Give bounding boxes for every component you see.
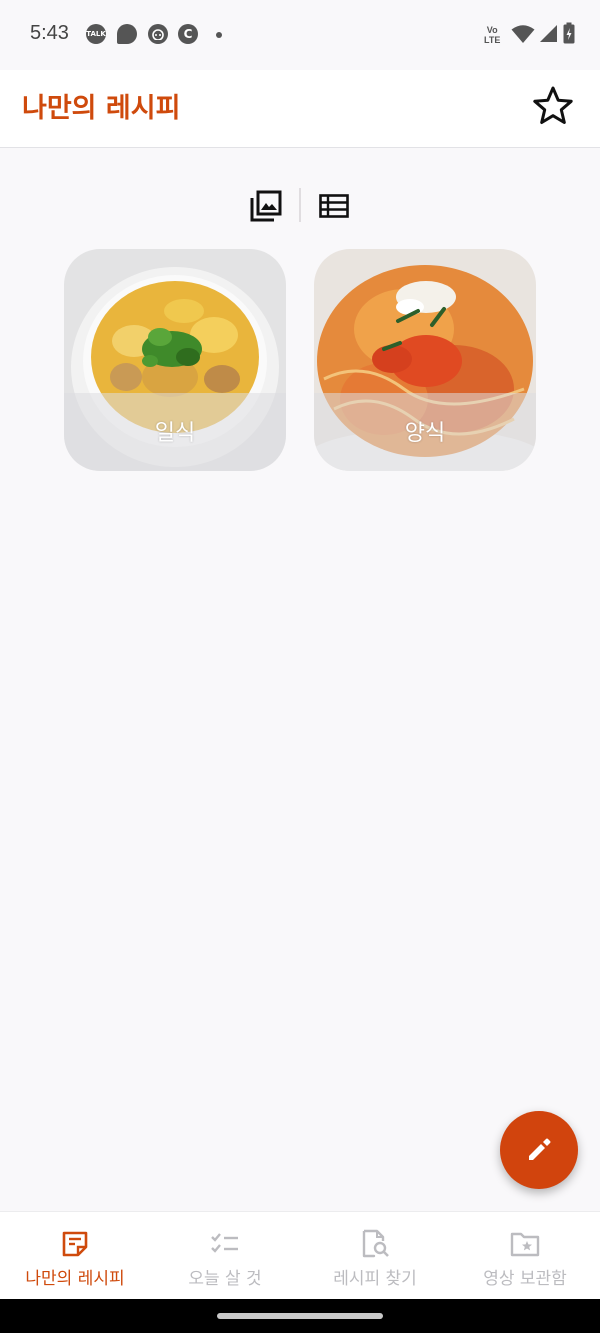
kakaotalk-icon: TALK xyxy=(86,24,106,44)
system-navigation-bar xyxy=(0,1299,600,1333)
nav-item-video-archive[interactable]: 영상 보관함 xyxy=(450,1212,600,1300)
bottom-navigation: 나만의 레시피 오늘 살 것 레시피 찾기 영상 보관함 xyxy=(0,1211,600,1299)
app-bar: 나만의 레시피 xyxy=(0,70,600,148)
page-title: 나만의 레시피 xyxy=(22,93,181,124)
pencil-icon xyxy=(529,1138,551,1160)
cellular-signal-icon xyxy=(540,25,557,42)
nav-label: 레시피 찾기 xyxy=(333,1269,417,1289)
category-label: 일식 xyxy=(154,421,196,446)
gallery-view-icon xyxy=(250,190,282,222)
nav-label: 영상 보관함 xyxy=(483,1269,567,1289)
document-search-icon xyxy=(359,1228,391,1260)
gallery-view-button[interactable] xyxy=(248,188,284,224)
recipe-note-icon xyxy=(59,1228,91,1260)
nav-label: 오늘 살 것 xyxy=(188,1269,262,1289)
nav-item-find-recipes[interactable]: 레시피 찾기 xyxy=(300,1212,450,1300)
cat-face-icon xyxy=(148,24,168,44)
add-recipe-fab[interactable] xyxy=(500,1111,578,1189)
nav-item-my-recipes[interactable]: 나만의 레시피 xyxy=(0,1212,150,1300)
nav-label: 나만의 레시피 xyxy=(25,1269,125,1289)
more-notifications-dot xyxy=(216,32,222,38)
wifi-icon xyxy=(511,25,535,43)
toggle-divider xyxy=(299,188,301,222)
checklist-icon xyxy=(209,1228,241,1260)
status-time: 5:43 xyxy=(30,22,69,44)
category-tile-western[interactable]: 양식 xyxy=(314,249,536,471)
nav-item-shopping-list[interactable]: 오늘 살 것 xyxy=(150,1212,300,1300)
category-label: 양식 xyxy=(404,421,446,446)
view-mode-toggle xyxy=(245,186,355,224)
list-view-icon xyxy=(319,194,349,218)
favorites-button[interactable] xyxy=(530,82,576,128)
home-gesture-handle[interactable] xyxy=(217,1313,383,1319)
folder-star-icon xyxy=(509,1228,541,1260)
list-view-button[interactable] xyxy=(316,188,352,224)
status-bar: 5:43 TALK C Vo LTE xyxy=(0,0,600,70)
chat-bubble-icon xyxy=(117,24,137,44)
c-circle-icon: C xyxy=(178,24,198,44)
volte-indicator: Vo LTE xyxy=(484,25,501,45)
star-outline-icon xyxy=(533,86,573,124)
battery-charging-icon xyxy=(563,22,575,44)
category-tile-japanese[interactable]: 일식 xyxy=(64,249,286,471)
